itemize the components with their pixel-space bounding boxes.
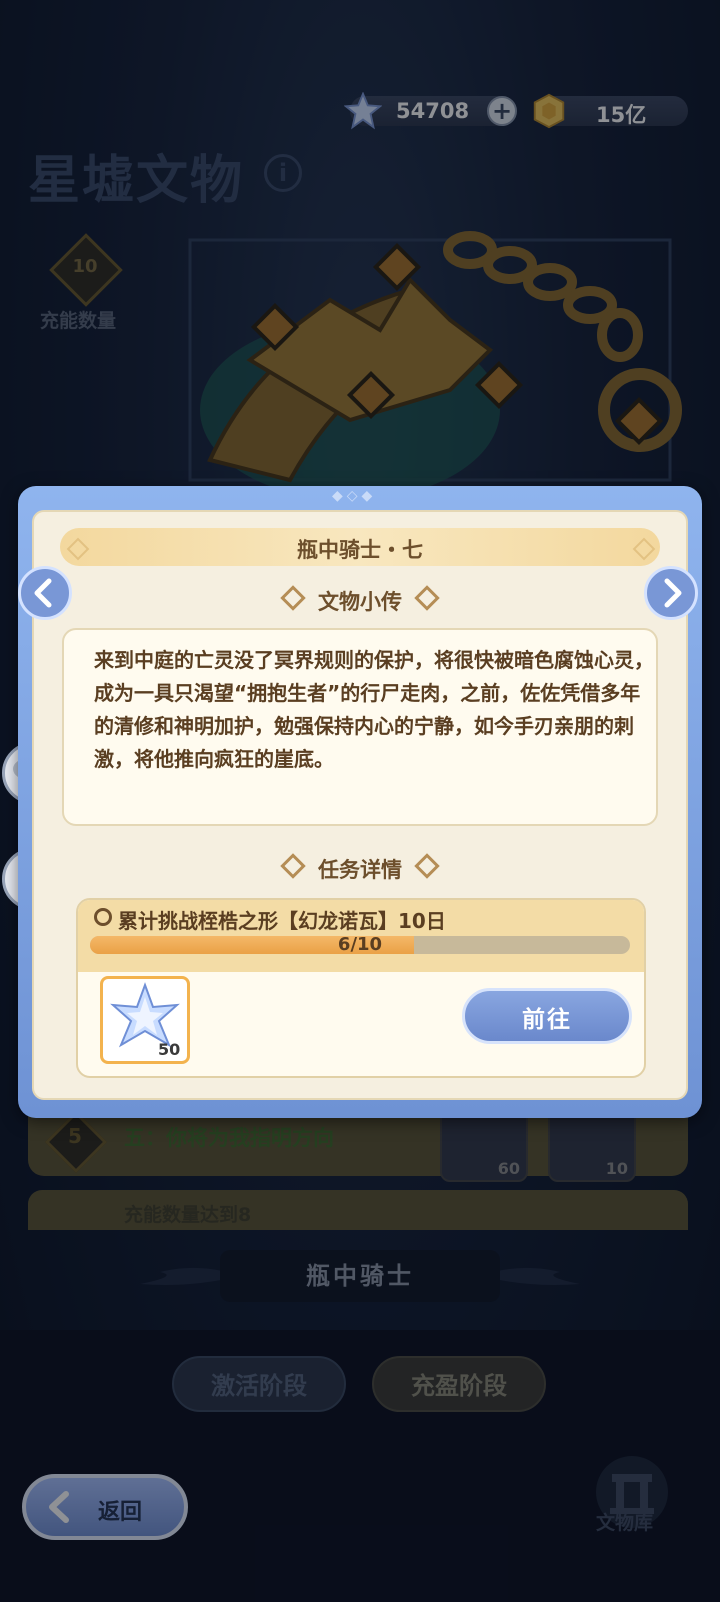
task-challenge-icon	[94, 908, 112, 926]
modal-title: 瓶中骑士・七	[297, 538, 423, 562]
modal-top-ornament: ◆◇◆	[332, 488, 377, 504]
diamond-ornament	[414, 585, 440, 611]
diamond-ornament	[414, 853, 440, 879]
story-heading-label: 文物小传	[318, 590, 402, 614]
go-button-label[interactable]: 前往	[462, 1000, 632, 1034]
diamond-ornament	[280, 585, 306, 611]
task-heading-label: 任务详情	[318, 858, 402, 882]
task-heading: 任务详情	[0, 853, 720, 884]
story-heading: 文物小传	[0, 585, 720, 616]
diamond-ornament	[280, 853, 306, 879]
reward-quantity: 50	[158, 1040, 181, 1059]
task-description: 累计挑战桎梏之形【幻龙诺瓦】10日	[118, 909, 446, 933]
progress-text: 6/10	[337, 934, 383, 955]
story-text: 来到中庭的亡灵没了冥界规则的保护，将很快被暗色腐蚀心灵，成为一具只渴望“拥抱生者…	[94, 648, 654, 771]
